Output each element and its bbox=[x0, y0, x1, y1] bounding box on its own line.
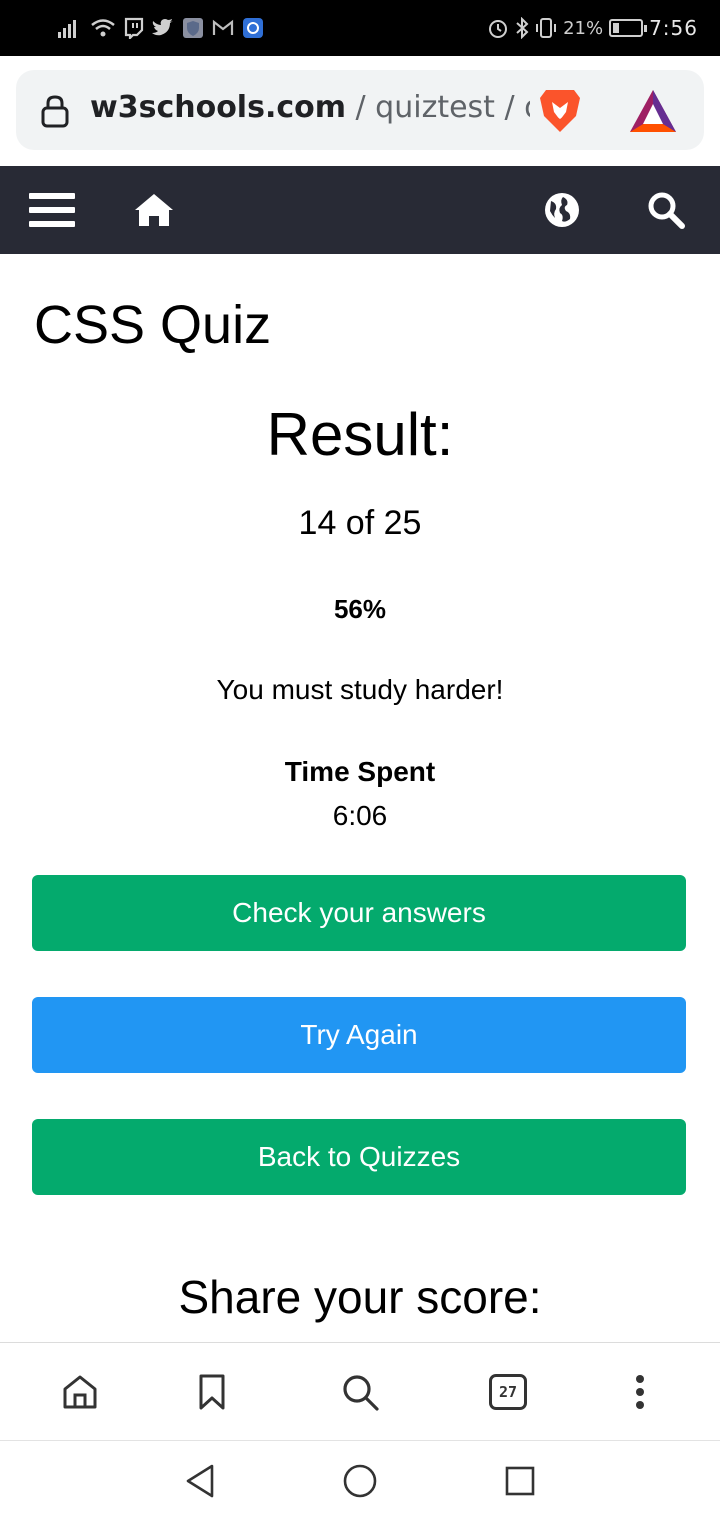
home-circle-icon[interactable] bbox=[340, 1461, 380, 1501]
tabs-button[interactable]: 27 bbox=[486, 1370, 530, 1414]
home-icon[interactable] bbox=[130, 186, 178, 234]
brave-lion-icon[interactable] bbox=[536, 86, 584, 136]
battery-icon bbox=[609, 19, 648, 37]
time-spent-value: 6:06 bbox=[332, 800, 388, 831]
bookmark-icon[interactable] bbox=[190, 1370, 234, 1414]
alarm-icon bbox=[487, 16, 509, 40]
search-icon[interactable] bbox=[338, 1370, 382, 1414]
url-text[interactable]: w3schools.com / quiztest / qu bbox=[90, 90, 530, 125]
globe-icon[interactable] bbox=[538, 186, 586, 234]
status-left bbox=[58, 14, 264, 42]
battery-percent: 21% bbox=[563, 17, 604, 39]
recents-icon[interactable] bbox=[500, 1461, 540, 1501]
time-spent-label: Time Spent bbox=[284, 756, 436, 787]
status-right: 21% 7:56 bbox=[487, 14, 698, 42]
signal-icon bbox=[58, 16, 82, 40]
browser-toolbar: w3schools.com / quiztest / qu bbox=[0, 56, 720, 166]
home-icon[interactable] bbox=[58, 1370, 102, 1414]
score-percent: 56% bbox=[333, 594, 387, 624]
url-bar[interactable]: w3schools.com / quiztest / qu bbox=[16, 70, 704, 150]
search-icon[interactable] bbox=[642, 186, 690, 234]
menu-icon[interactable] bbox=[28, 186, 76, 234]
lock-icon[interactable] bbox=[40, 94, 70, 128]
browser-bottom-bar: 27 bbox=[0, 1342, 720, 1440]
quiz-result-panel: CSS Quiz Result: 14 of 25 56% You must s… bbox=[0, 254, 720, 1342]
url-path: / quiztest / qu bbox=[355, 90, 530, 125]
clock: 7:56 bbox=[649, 16, 698, 40]
check-answers-button[interactable]: Check your answers bbox=[32, 875, 686, 951]
twitter-icon bbox=[152, 16, 174, 40]
shield-app-icon bbox=[182, 16, 204, 40]
more-icon[interactable] bbox=[618, 1370, 662, 1414]
wifi-icon bbox=[90, 16, 116, 40]
gmail-icon bbox=[212, 16, 234, 40]
score-text: 14 of 25 bbox=[298, 504, 422, 542]
tab-count: 27 bbox=[489, 1374, 527, 1410]
app-icon bbox=[242, 16, 264, 40]
result-message: You must study harder! bbox=[216, 674, 504, 705]
vibrate-icon bbox=[535, 16, 557, 40]
bat-triangle-icon[interactable] bbox=[628, 88, 678, 134]
system-nav-bar bbox=[0, 1440, 720, 1520]
url-domain: w3schools.com bbox=[90, 90, 346, 125]
result-heading: Result: bbox=[266, 401, 454, 468]
bluetooth-icon bbox=[515, 16, 529, 40]
try-again-button[interactable]: Try Again bbox=[32, 997, 686, 1073]
page-title: CSS Quiz bbox=[34, 295, 272, 355]
back-to-quizzes-button[interactable]: Back to Quizzes bbox=[32, 1119, 686, 1195]
share-heading: Share your score: bbox=[178, 1271, 542, 1323]
twitch-icon bbox=[124, 16, 144, 40]
back-icon[interactable] bbox=[180, 1461, 220, 1501]
site-navbar bbox=[0, 166, 720, 254]
status-bar: 21% 7:56 bbox=[0, 0, 720, 56]
